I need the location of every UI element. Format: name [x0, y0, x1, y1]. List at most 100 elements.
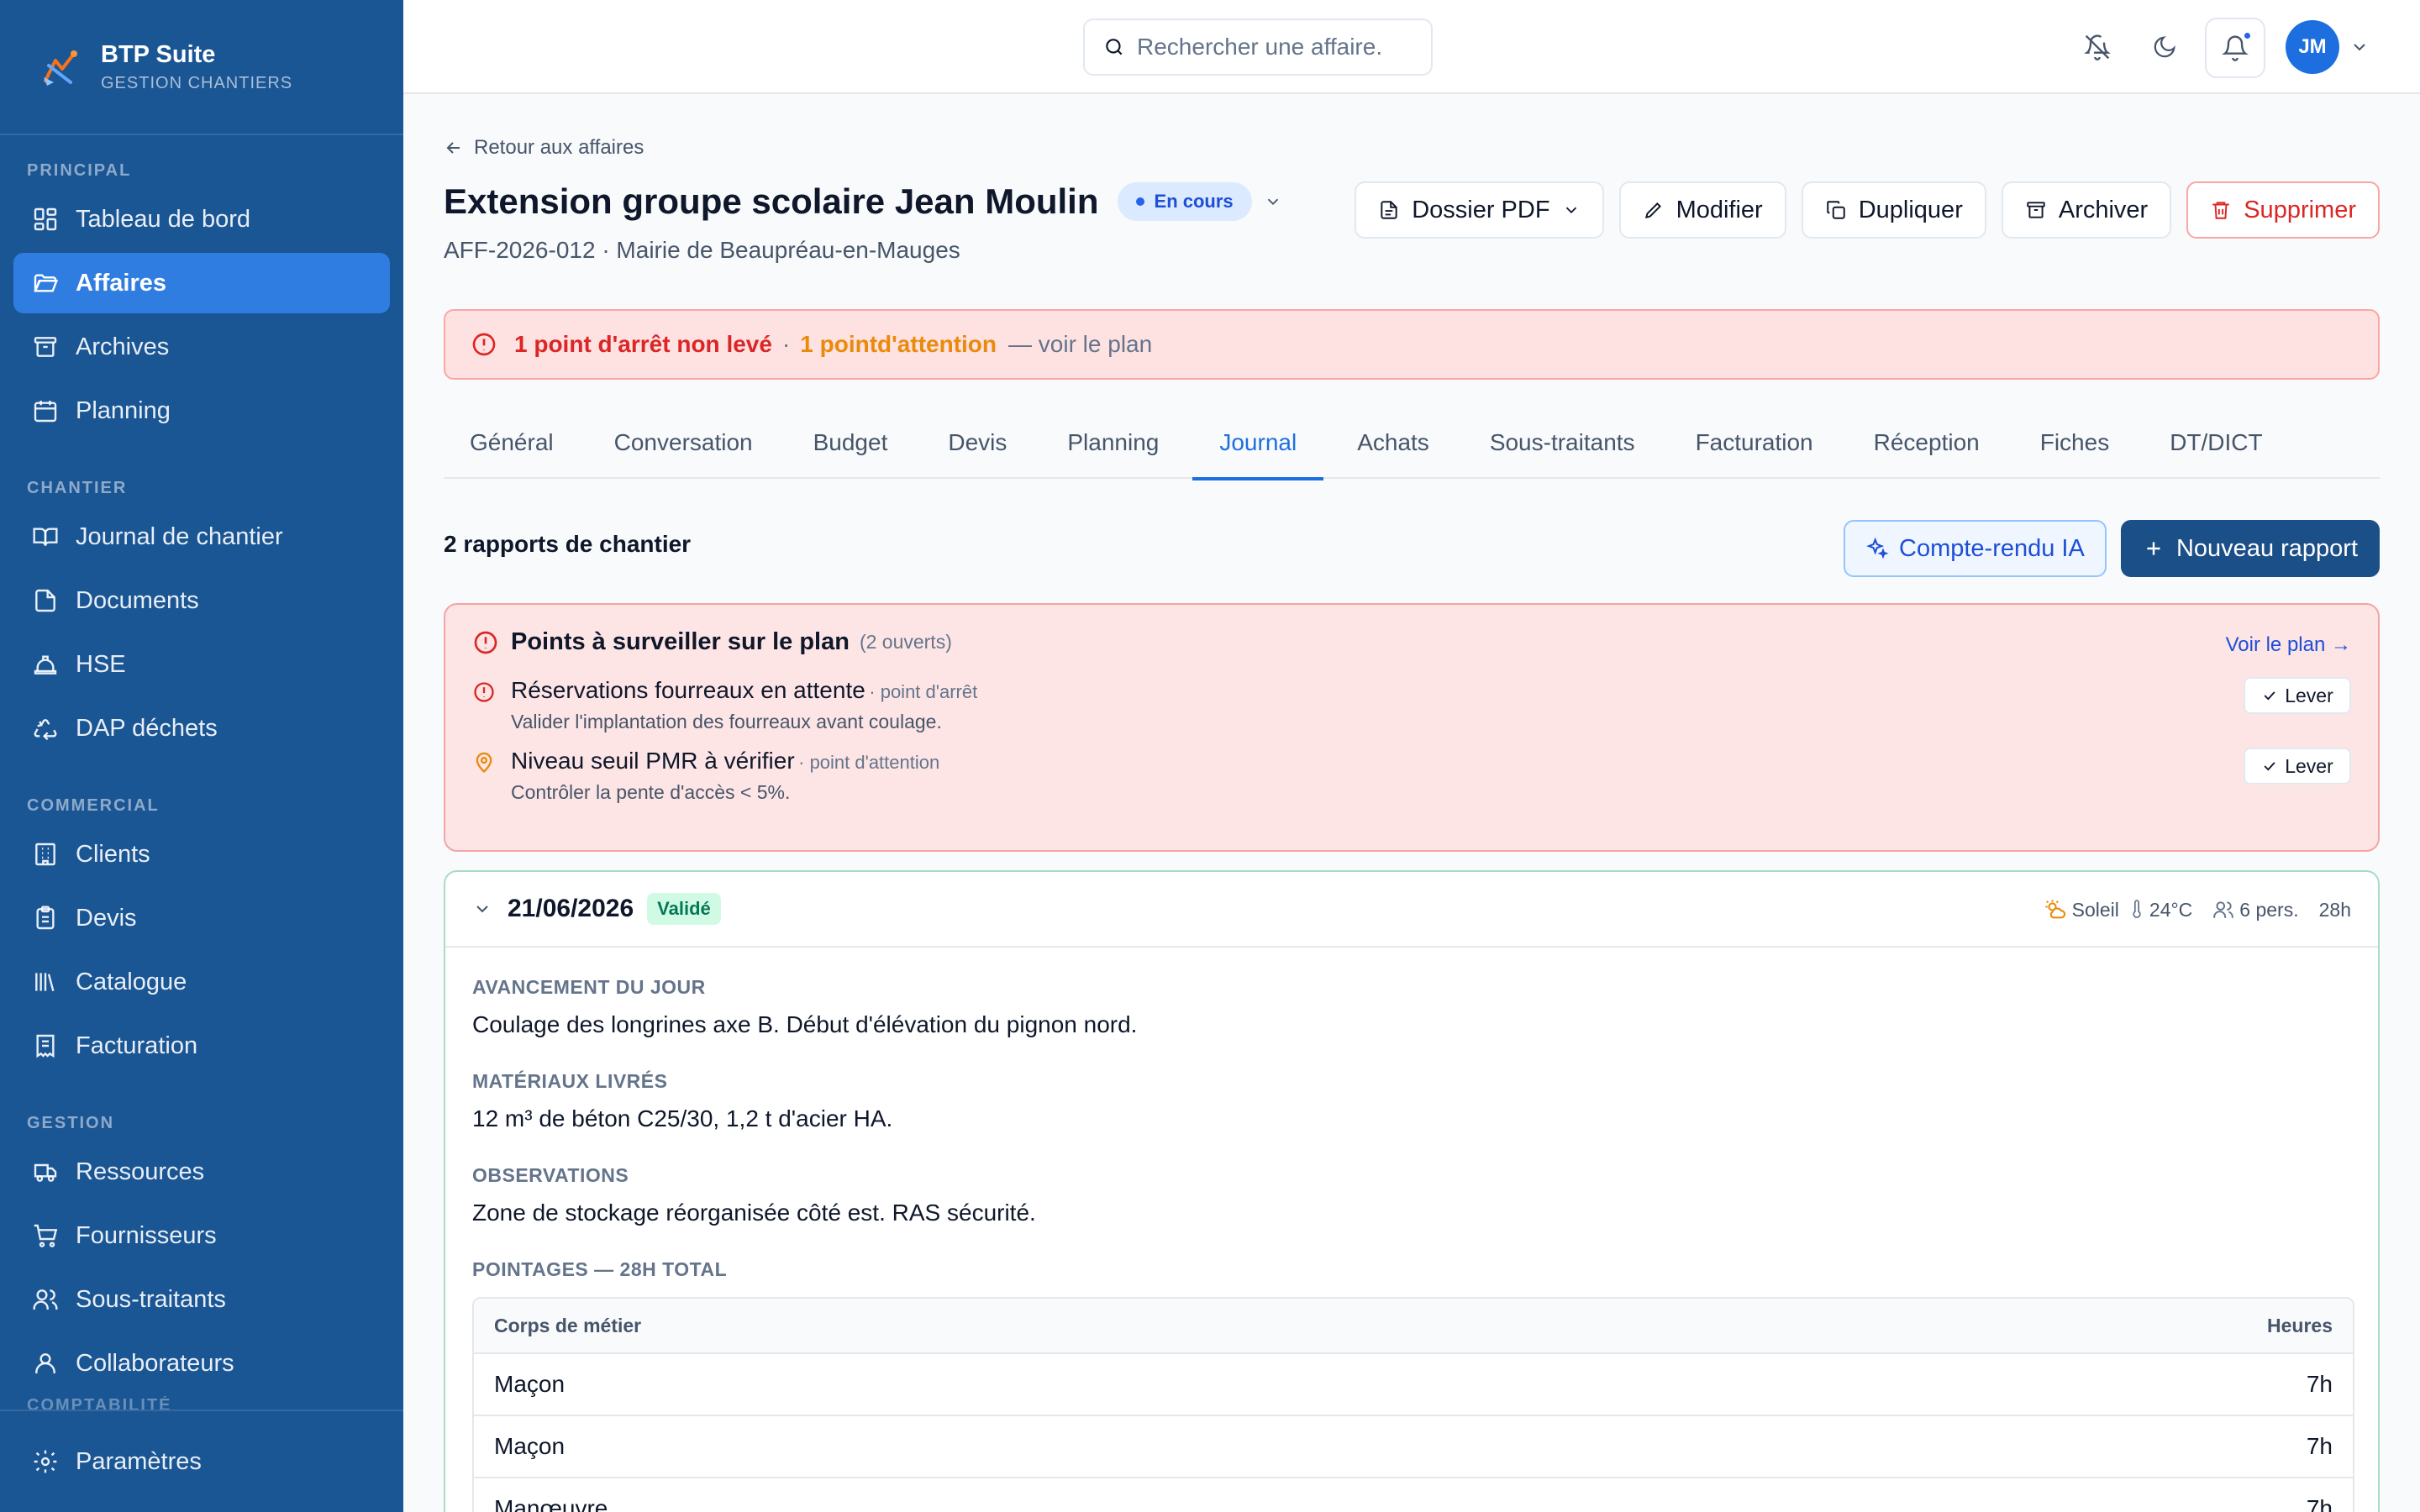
status-badge[interactable]: En cours: [1117, 182, 1252, 221]
watch-item-description: Contrôler la pente d'accès < 5%.: [511, 781, 791, 803]
watch-item: Réservations fourreaux en attente · poin…: [472, 677, 977, 733]
watch-item-description: Valider l'implantation des fourreaux ava…: [511, 711, 942, 732]
sidebar-item-tableau-de-bord[interactable]: Tableau de bord: [13, 189, 390, 249]
table-header: Corps de métier Heures: [474, 1299, 2353, 1354]
file-text-icon: [1381, 201, 1397, 219]
sidebar-item-planning[interactable]: Planning: [13, 381, 390, 441]
table-row: Manœuvre 7h: [474, 1478, 2353, 1512]
alert-separator: ·: [781, 331, 791, 357]
sidebar-item-devis[interactable]: Devis: [13, 888, 390, 948]
nav-section-principal: PRINCIPAL: [27, 161, 132, 180]
main-content: Retour aux affaires Extension groupe sco…: [403, 94, 2420, 1512]
check-icon: [2264, 691, 2275, 701]
section-text: Coulage des longrines axe B. Début d'élé…: [472, 1011, 1138, 1037]
search-box[interactable]: [1083, 18, 1433, 76]
user-icon: [35, 1353, 55, 1373]
tab-fiches[interactable]: Fiches: [2040, 407, 2109, 479]
hard-hat-icon: [34, 655, 57, 675]
table-row: Maçon 7h: [474, 1416, 2353, 1478]
mute-notifications-button[interactable]: [2077, 27, 2118, 67]
sidebar-item-fournisseurs[interactable]: Fournisseurs: [13, 1205, 390, 1266]
notifications-button[interactable]: [2205, 18, 2265, 78]
theme-toggle-button[interactable]: [2144, 27, 2185, 67]
copy-icon: [1826, 201, 1845, 219]
brand[interactable]: BTP Suite GESTION CHANTIERS: [0, 0, 403, 135]
alert-attention-points: 1 pointd'attention: [800, 331, 997, 357]
new-report-label: Nouveau rapport: [2175, 534, 2359, 562]
tab-budget[interactable]: Budget: [813, 407, 888, 479]
sidebar-item-affaires[interactable]: Affaires: [13, 253, 390, 313]
arrow-left-icon: [446, 142, 460, 154]
tab-dt-dict[interactable]: DT/DICT: [2170, 407, 2262, 479]
staff-count: 6 pers.: [2239, 898, 2299, 921]
report-header[interactable]: 21/06/2026 Validé Soleil 24°C 6 pers. 28…: [445, 872, 2378, 948]
report-meta: Soleil 24°C 6 pers. 28h: [2044, 872, 2351, 948]
sidebar-item-clients[interactable]: Clients: [13, 824, 390, 885]
file-icon: [35, 589, 55, 612]
plan-alert-bar[interactable]: 1 point d'arrêt non levé · 1 pointd'atte…: [444, 309, 2380, 380]
ai-report-button[interactable]: Compte-rendu IA: [1844, 520, 2107, 577]
tab-sous-traitants[interactable]: Sous-traitants: [1490, 407, 1635, 479]
sidebar-item-facturation[interactable]: Facturation: [13, 1016, 390, 1076]
sidebar-item-archives[interactable]: Archives: [13, 317, 390, 377]
sidebar-item-documents[interactable]: Documents: [13, 570, 390, 631]
chevron-down-icon[interactable]: [1264, 192, 1282, 211]
sidebar-item-parametres[interactable]: Paramètres: [13, 1431, 390, 1492]
new-report-button[interactable]: Nouveau rapport: [2121, 520, 2380, 577]
tab-facturation[interactable]: Facturation: [1696, 407, 1813, 479]
sidebar-item-hse[interactable]: HSE: [13, 634, 390, 695]
sidebar-item-collaborateurs[interactable]: Collaborateurs: [13, 1333, 390, 1394]
tab-devis[interactable]: Devis: [948, 407, 1007, 479]
view-plan-link[interactable]: Voir le plan →: [2226, 633, 2351, 657]
alert-stop-points: 1 point d'arrêt non levé: [514, 331, 772, 357]
alert-circle-icon: [474, 682, 494, 702]
search-input[interactable]: [1137, 34, 1406, 60]
delete-button[interactable]: Supprimer: [2186, 181, 2380, 239]
nav-section-comptabilite: COMPTABILITÉ: [27, 1396, 172, 1410]
tab-journal[interactable]: Journal: [1192, 407, 1324, 480]
sidebar-item-label: Ressources: [76, 1158, 205, 1185]
nav-section-commercial: COMMERCIAL: [27, 796, 160, 815]
lever-label: Lever: [2285, 754, 2333, 777]
watch-item-title: Niveau seuil PMR à vérifier: [511, 748, 795, 774]
status-dot: [1135, 197, 1144, 206]
section-text: Zone de stockage réorganisée côté est. R…: [472, 1200, 1036, 1226]
sidebar-item-ressources[interactable]: Ressources: [13, 1142, 390, 1202]
tab-reception[interactable]: Réception: [1874, 407, 1980, 479]
alert-plan-link[interactable]: — voir le plan: [1008, 331, 1152, 358]
brand-logo-icon: [44, 50, 77, 86]
sidebar-item-dap-dechets[interactable]: DAP déchets: [13, 698, 390, 759]
watch-points-title: Points à surveiller sur le plan: [511, 628, 850, 655]
folder-open-icon: [34, 274, 59, 292]
edit-button[interactable]: Modifier: [1618, 181, 1786, 239]
sidebar: BTP Suite GESTION CHANTIERS PRINCIPAL Ta…: [0, 0, 403, 1512]
report-date: 21/06/2026: [508, 895, 634, 922]
sidebar-item-sous-traitants[interactable]: Sous-traitants: [13, 1269, 390, 1330]
archive-icon: [34, 337, 57, 357]
page-title: Extension groupe scolaire Jean Moulin: [444, 181, 1099, 221]
back-link[interactable]: Retour aux affaires: [444, 136, 644, 160]
duplicate-button[interactable]: Dupliquer: [1801, 181, 1986, 239]
cell-hours: 7h: [2306, 1495, 2333, 1512]
delete-label: Supprimer: [2244, 196, 2356, 223]
thermometer-icon: [2133, 900, 2141, 918]
trash-icon: [2212, 202, 2229, 219]
tab-conversation[interactable]: Conversation: [614, 407, 753, 479]
lever-button[interactable]: Lever: [2244, 677, 2351, 714]
lever-button[interactable]: Lever: [2244, 748, 2351, 785]
tab-planning[interactable]: Planning: [1067, 407, 1159, 479]
tab-achats[interactable]: Achats: [1357, 407, 1429, 479]
pdf-dossier-button[interactable]: Dossier PDF: [1355, 181, 1604, 239]
tab-general[interactable]: Général: [470, 407, 554, 479]
sidebar-item-label: Facturation: [76, 1032, 198, 1059]
chevron-down-icon[interactable]: [472, 899, 492, 919]
sidebar-item-journal-de-chantier[interactable]: Journal de chantier: [13, 507, 390, 567]
sidebar-item-catalogue[interactable]: Catalogue: [13, 952, 390, 1012]
chevron-down-icon[interactable]: [2349, 37, 2370, 57]
sidebar-item-label: Catalogue: [76, 968, 187, 995]
sun-cloud-icon: [2044, 900, 2065, 919]
column-header-hours: Heures: [2267, 1314, 2333, 1336]
gear-icon: [34, 1450, 57, 1473]
archive-button[interactable]: Archiver: [2001, 181, 2172, 239]
avatar[interactable]: JM: [2286, 20, 2339, 74]
